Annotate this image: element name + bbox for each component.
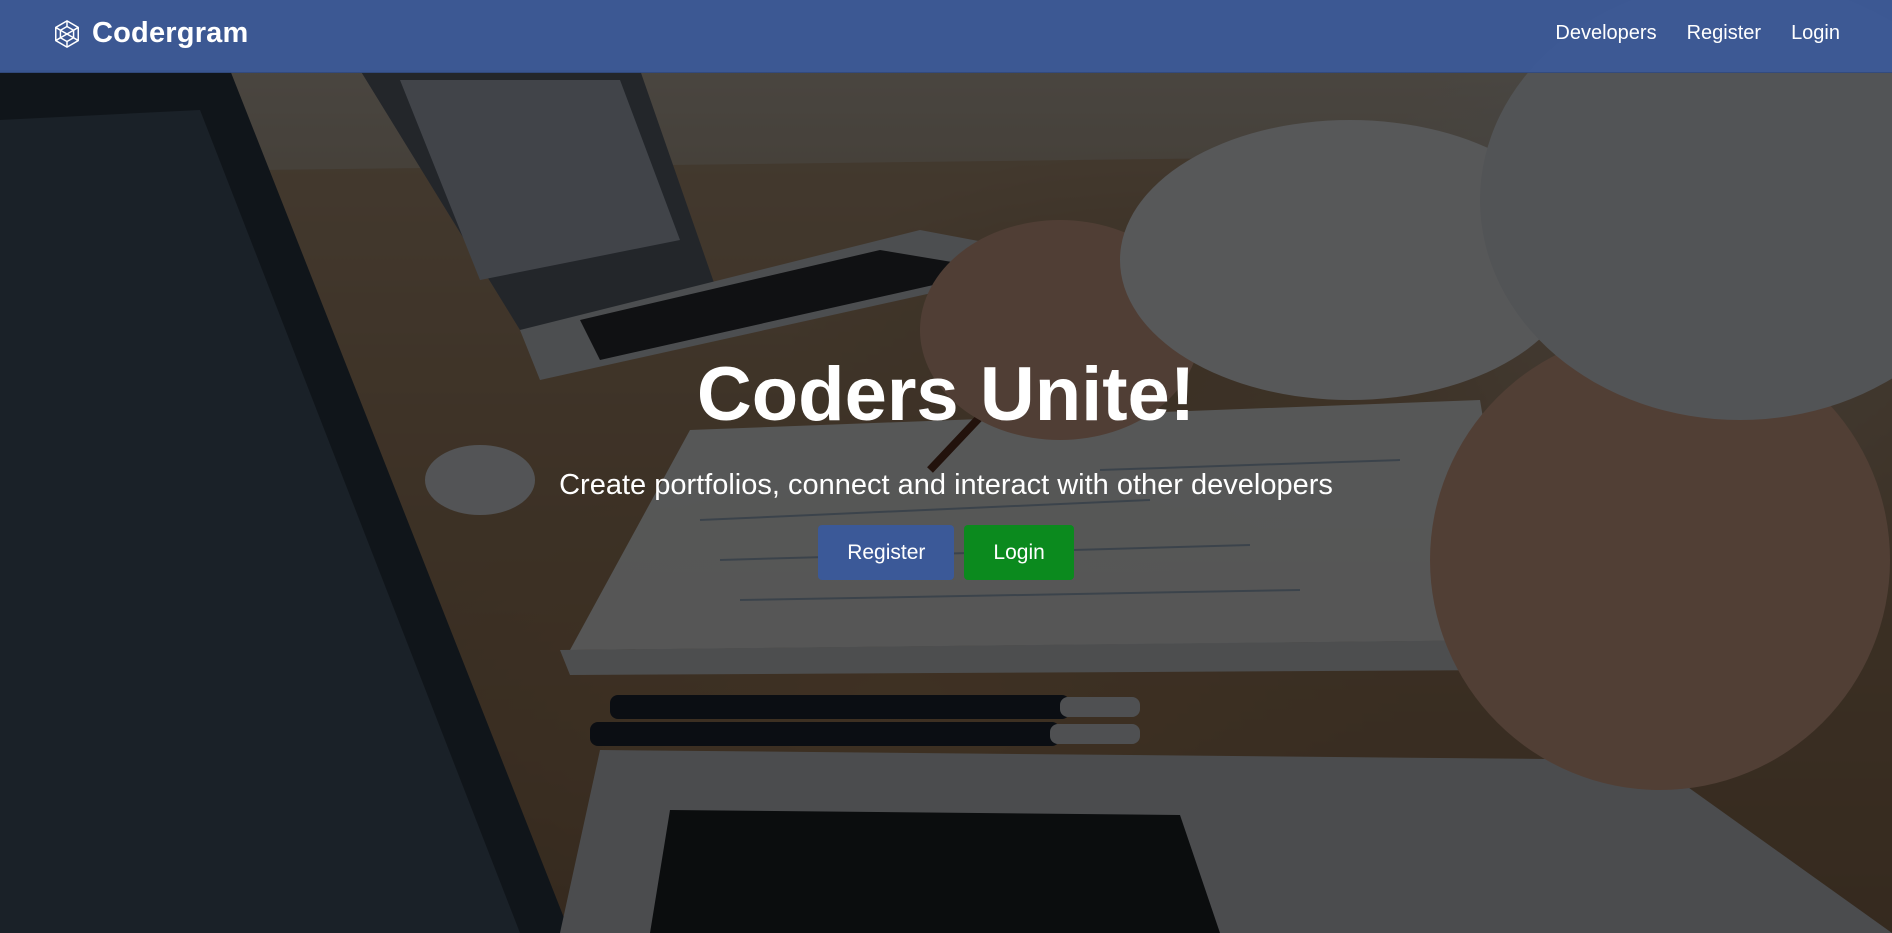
landing-subtitle: Create portfolios, connect and interact …: [559, 469, 1333, 501]
register-button[interactable]: Register: [818, 525, 955, 580]
crystal-wireframe-icon: [55, 19, 79, 48]
nav-link-login[interactable]: Login: [1791, 22, 1840, 45]
brand-link[interactable]: Codergram: [52, 17, 249, 50]
brand-name: Codergram: [92, 17, 249, 49]
landing-button-row: Register Login: [0, 525, 1892, 580]
nav-links: Developers Register Login: [1555, 22, 1840, 45]
landing-page: Codergram Developers Register Login Code…: [0, 0, 1892, 933]
login-button[interactable]: Login: [964, 525, 1074, 580]
landing-inner: Coders Unite! Create portfolios, connect…: [0, 345, 1892, 580]
nav-link-register[interactable]: Register: [1687, 22, 1761, 45]
nav-link-developers[interactable]: Developers: [1555, 22, 1656, 45]
navbar: Codergram Developers Register Login: [0, 0, 1892, 73]
landing-title: Coders Unite!: [696, 352, 1196, 437]
